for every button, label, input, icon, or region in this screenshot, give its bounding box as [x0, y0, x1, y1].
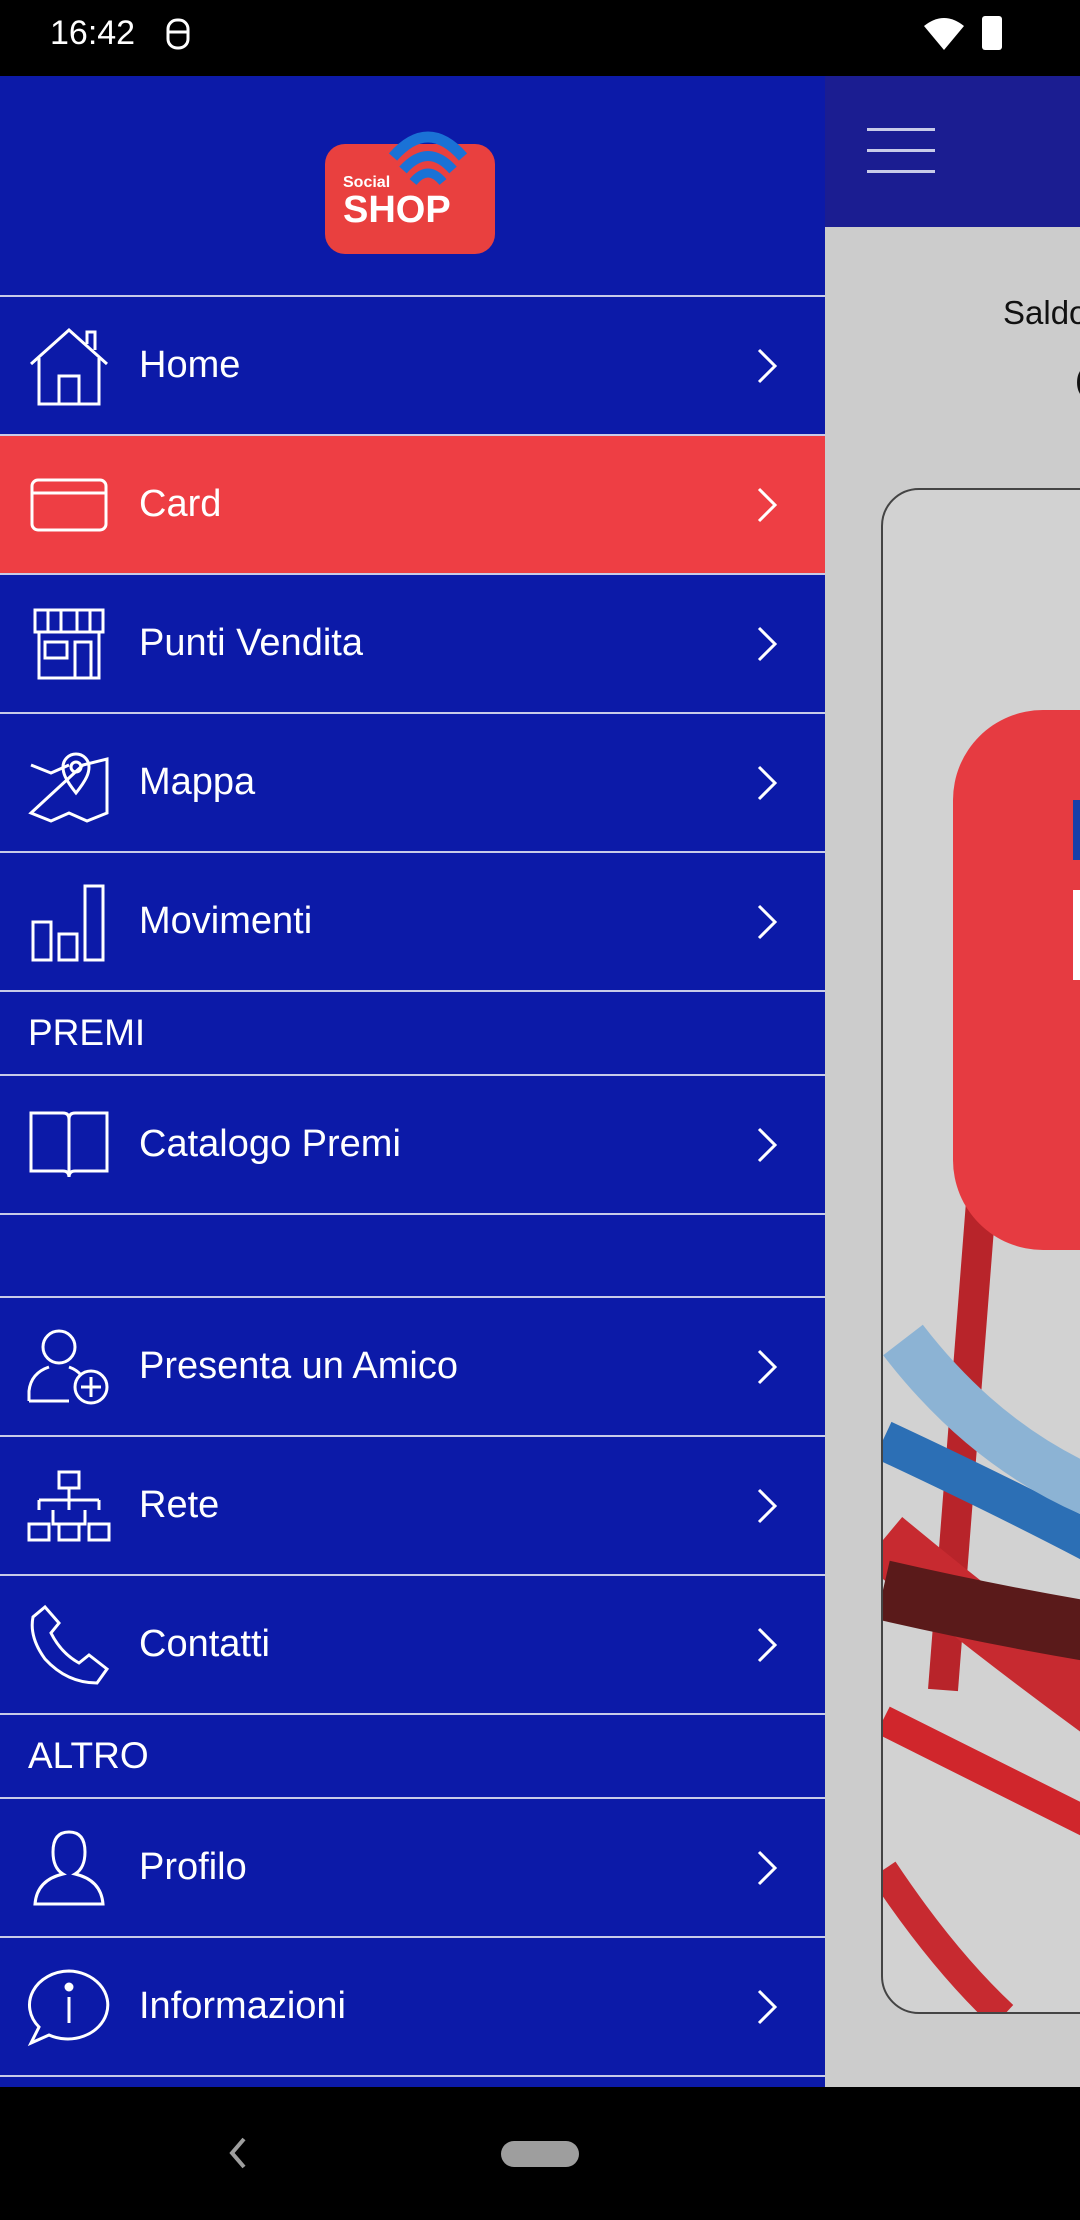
card-artwork: [883, 710, 1080, 2012]
divider: [0, 1215, 825, 1298]
menu-item-home[interactable]: Home: [0, 297, 825, 436]
menu-item-card[interactable]: Card: [0, 436, 825, 575]
menu-item-label: Card: [139, 483, 222, 525]
menu-item-label: Movimenti: [139, 900, 313, 942]
bar-chart-icon: [31, 884, 105, 961]
menu-item-contatti[interactable]: Contatti: [0, 1576, 825, 1715]
menu-item-mappa[interactable]: Mappa: [0, 714, 825, 853]
system-nav-bar: [0, 2087, 1080, 2220]
section-altro: ALTRO: [0, 1715, 825, 1799]
svg-text:SHOP: SHOP: [343, 189, 451, 231]
menu-item-label: Rete: [139, 1484, 220, 1526]
network-icon: [27, 1470, 111, 1541]
menu-item-label: Home: [139, 344, 241, 386]
menu-item-label: Mappa: [139, 761, 256, 803]
menu-icon[interactable]: [867, 128, 935, 174]
section-premi: PREMI: [0, 992, 825, 1076]
balance-value: (: [1075, 361, 1080, 399]
loyalty-card[interactable]: [881, 488, 1080, 2014]
drawer-header: Social SHOP: [0, 76, 825, 297]
chevron-right-icon: [757, 1488, 778, 1523]
app-bar: [825, 76, 1080, 227]
menu-item-presenta-amico[interactable]: Presenta un Amico: [0, 1298, 825, 1437]
chevron-right-icon: [757, 765, 778, 800]
chevron-right-icon: [757, 348, 778, 383]
home-gesture-pill[interactable]: [501, 2141, 579, 2167]
chevron-right-icon: [757, 1349, 778, 1384]
back-icon[interactable]: [226, 2135, 250, 2171]
phone-icon: [30, 1604, 110, 1685]
menu-item-label: Profilo: [139, 1846, 247, 1888]
user-icon: [33, 1829, 105, 1905]
menu-item-profilo[interactable]: Profilo: [0, 1799, 825, 1938]
menu-item-label: Contatti: [139, 1623, 270, 1665]
card-screen: Saldo (: [825, 76, 1080, 2087]
chevron-right-icon: [757, 1850, 778, 1885]
store-icon: [33, 608, 105, 679]
chevron-right-icon: [757, 904, 778, 939]
add-user-icon: [27, 1329, 109, 1404]
status-bar: 16:42: [0, 0, 1080, 76]
chevron-right-icon: [757, 626, 778, 661]
menu-item-rete[interactable]: Rete: [0, 1437, 825, 1576]
notification-icon: [166, 18, 190, 50]
credit-card-icon: [30, 478, 108, 531]
menu-item-punti-vendita[interactable]: Punti Vendita: [0, 575, 825, 714]
social-shop-logo: Social SHOP: [325, 131, 495, 254]
menu-item-catalogo-premi[interactable]: Catalogo Premi: [0, 1076, 825, 1215]
menu-item-label: Informazioni: [139, 1985, 346, 2027]
menu-item-label: Presenta un Amico: [139, 1345, 458, 1387]
menu-item-informazioni[interactable]: Informazioni: [0, 1938, 825, 2077]
menu-item-label: Catalogo Premi: [139, 1123, 401, 1165]
book-icon: [29, 1111, 109, 1177]
info-icon: [27, 1968, 110, 2046]
chevron-right-icon: [757, 1627, 778, 1662]
chevron-right-icon: [757, 487, 778, 522]
chevron-right-icon: [757, 1127, 778, 1162]
map-pin-icon: [28, 752, 109, 823]
menu-item-movimenti[interactable]: Movimenti: [0, 853, 825, 992]
chevron-right-icon: [757, 1989, 778, 2024]
clock: 16:42: [50, 14, 136, 52]
saldo-label: Saldo: [1003, 294, 1080, 331]
navigation-drawer: Social SHOP Home Card Punti Vendita Mapp…: [0, 76, 825, 2087]
wifi-icon: [924, 18, 964, 50]
home-icon: [29, 327, 109, 405]
battery-icon: [982, 16, 1002, 50]
menu-item-label: Punti Vendita: [139, 622, 363, 664]
